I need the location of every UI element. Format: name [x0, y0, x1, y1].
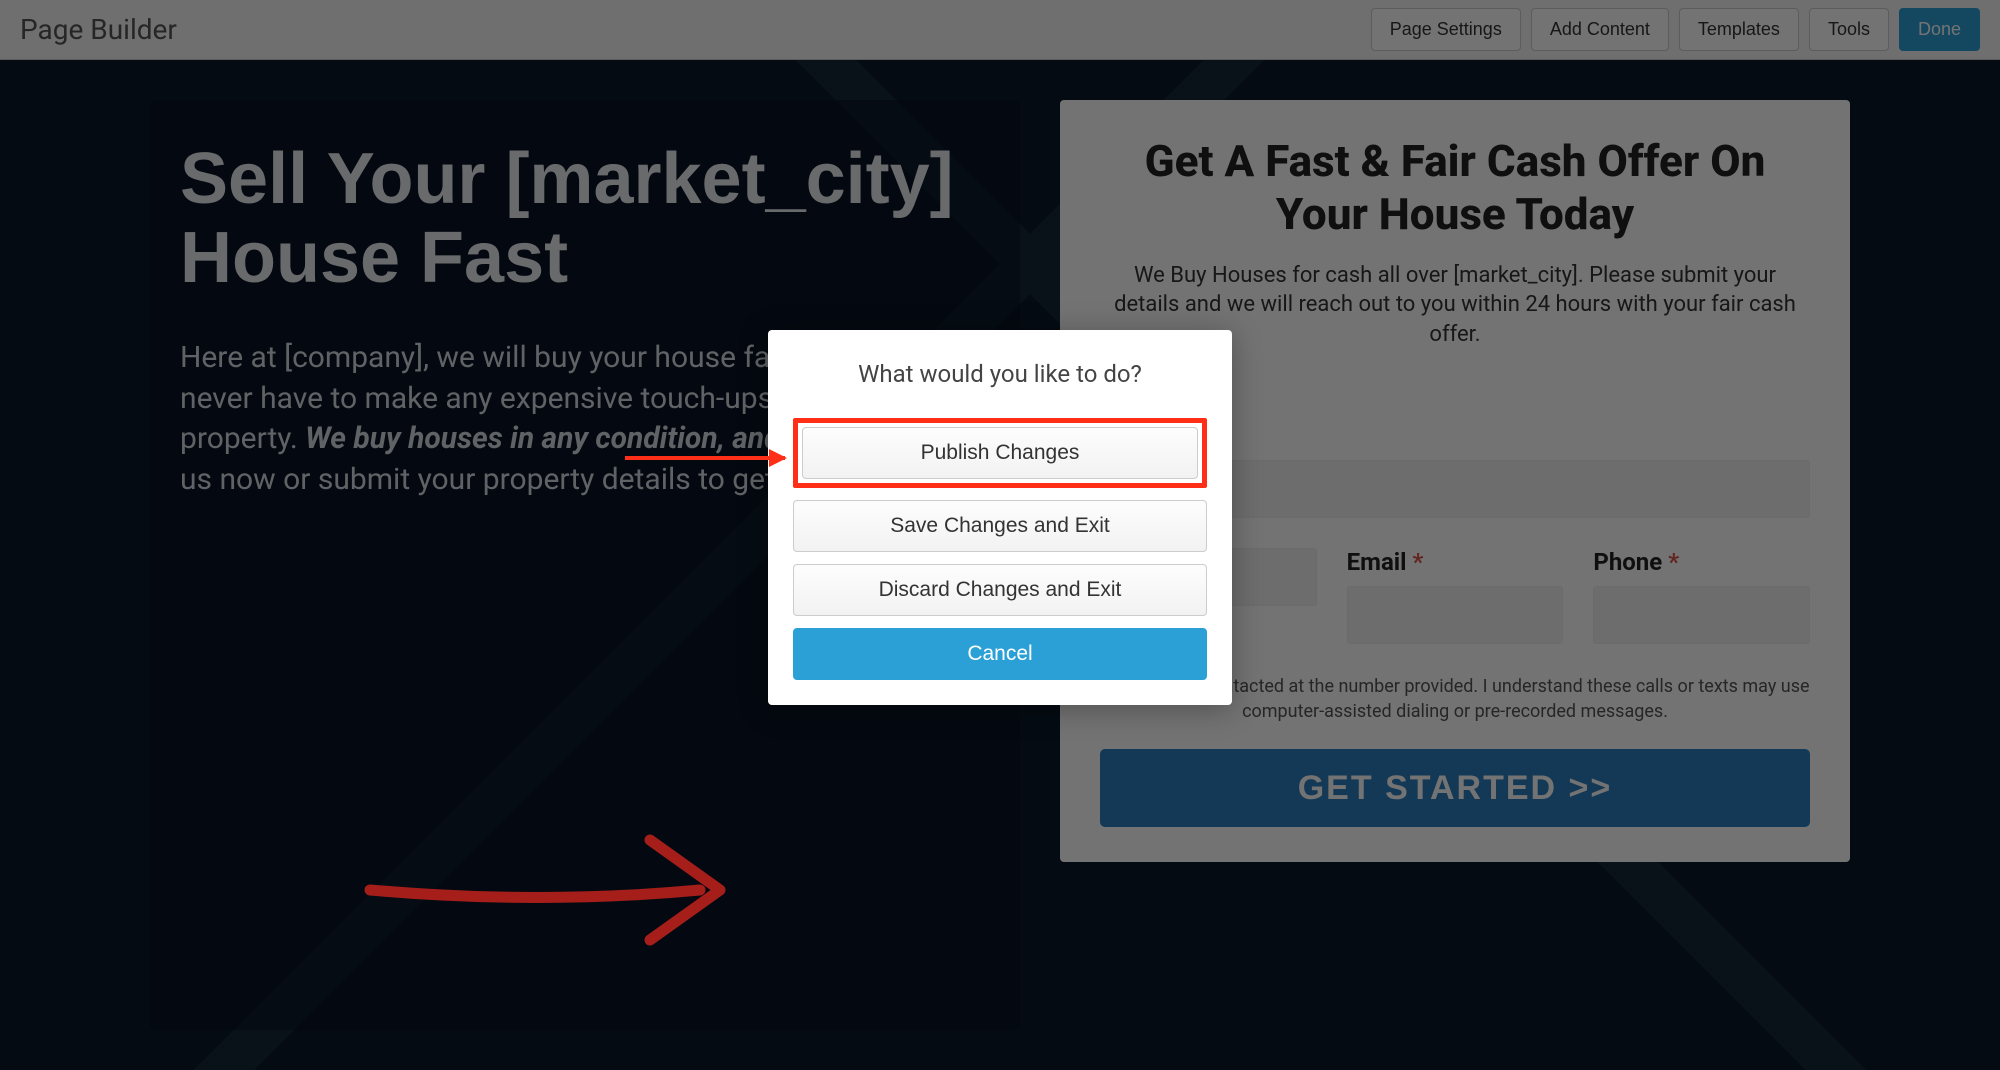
annotation-drawn-arrow-icon: [360, 820, 770, 970]
modal-title: What would you like to do?: [793, 360, 1207, 388]
done-modal: What would you like to do? Publish Chang…: [768, 330, 1232, 705]
annotation-highlight-box: Publish Changes: [793, 418, 1207, 488]
save-exit-button[interactable]: Save Changes and Exit: [793, 500, 1207, 552]
publish-changes-button[interactable]: Publish Changes: [802, 427, 1198, 479]
annotation-arrow-icon: [625, 456, 785, 460]
modal-overlay[interactable]: What would you like to do? Publish Chang…: [0, 0, 2000, 1070]
cancel-button[interactable]: Cancel: [793, 628, 1207, 680]
discard-exit-button[interactable]: Discard Changes and Exit: [793, 564, 1207, 616]
